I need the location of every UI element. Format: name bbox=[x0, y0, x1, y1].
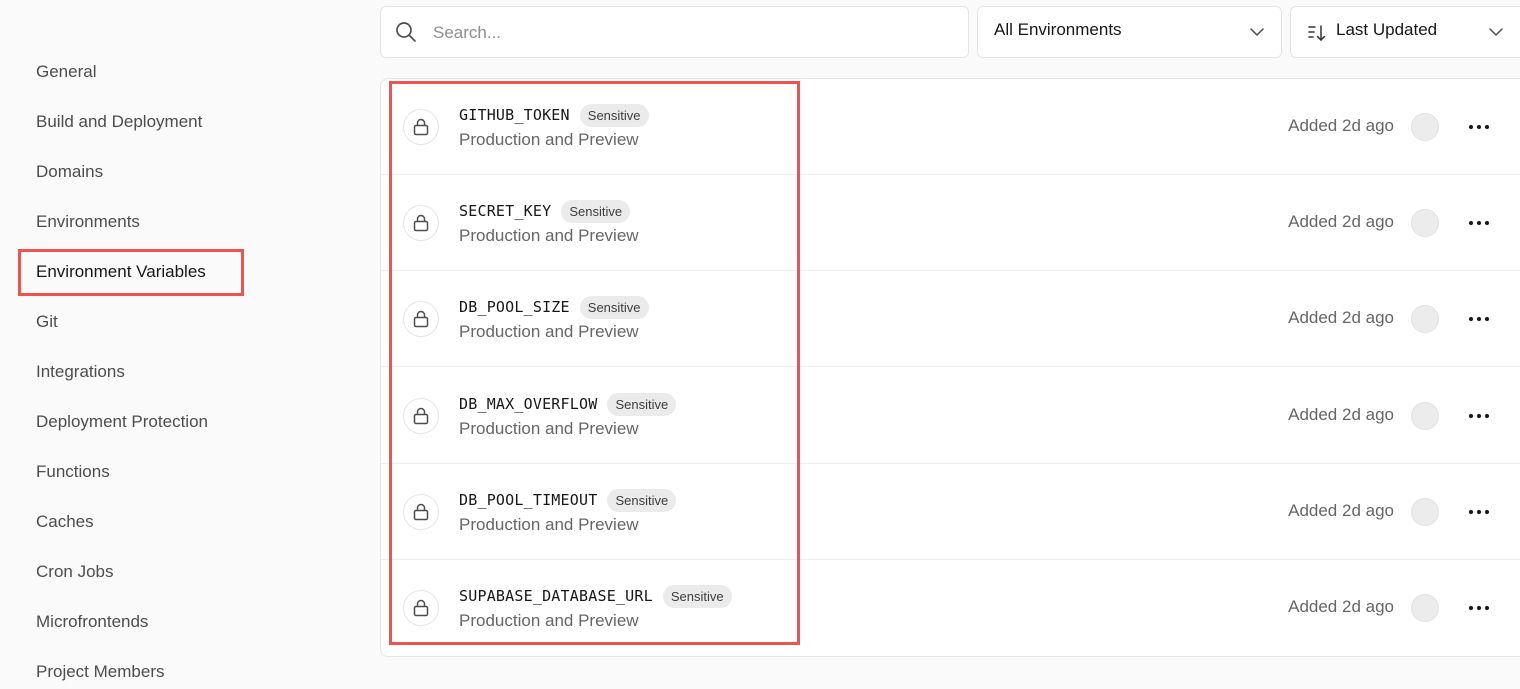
env-var-row[interactable]: DB_MAX_OVERFLOW Sensitive Production and… bbox=[381, 368, 1520, 464]
env-var-environments: Production and Preview bbox=[459, 515, 639, 534]
sensitive-badge: Sensitive bbox=[607, 392, 677, 416]
sidebar-item-general[interactable]: General bbox=[36, 60, 96, 84]
sidebar-item-integrations[interactable]: Integrations bbox=[36, 360, 125, 384]
env-var-row[interactable]: DB_POOL_SIZE Sensitive Production and Pr… bbox=[381, 271, 1520, 367]
env-var-name: DB_POOL_TIMEOUT bbox=[459, 491, 598, 509]
lock-icon bbox=[403, 398, 439, 434]
more-options-button[interactable] bbox=[1463, 303, 1495, 335]
lock-icon bbox=[403, 494, 439, 530]
more-horizontal-icon bbox=[1469, 125, 1473, 129]
env-var-added-time: Added 2d ago bbox=[1288, 405, 1394, 424]
env-var-name: DB_POOL_SIZE bbox=[459, 298, 570, 316]
sidebar-item-caches[interactable]: Caches bbox=[36, 510, 94, 534]
lock-icon bbox=[403, 205, 439, 241]
more-horizontal-icon bbox=[1469, 317, 1473, 321]
env-var-environments: Production and Preview bbox=[459, 419, 639, 438]
sensitive-badge: Sensitive bbox=[607, 488, 677, 512]
env-var-name: SUPABASE_DATABASE_URL bbox=[459, 587, 653, 605]
env-var-environments: Production and Preview bbox=[459, 226, 639, 245]
search-icon bbox=[396, 22, 416, 42]
env-var-name: SECRET_KEY bbox=[459, 202, 552, 220]
sidebar-item-build-and-deployment[interactable]: Build and Deployment bbox=[36, 110, 202, 134]
lock-icon bbox=[403, 109, 439, 145]
chevron-down-icon bbox=[1250, 28, 1264, 36]
search-input[interactable] bbox=[431, 8, 955, 58]
environment-filter-select[interactable]: All Environments bbox=[977, 6, 1282, 58]
env-var-environments: Production and Preview bbox=[459, 611, 639, 630]
env-var-row[interactable]: SECRET_KEY Sensitive Production and Prev… bbox=[381, 175, 1520, 271]
more-horizontal-icon bbox=[1469, 606, 1473, 610]
sidebar-item-environments[interactable]: Environments bbox=[36, 210, 140, 234]
env-var-added-time: Added 2d ago bbox=[1288, 501, 1394, 520]
sidebar-item-cron-jobs[interactable]: Cron Jobs bbox=[36, 560, 113, 584]
sidebar-item-git[interactable]: Git bbox=[36, 310, 58, 334]
env-var-row[interactable]: GITHUB_TOKEN Sensitive Production and Pr… bbox=[381, 79, 1520, 175]
sort-select[interactable]: Last Updated bbox=[1290, 6, 1520, 58]
avatar bbox=[1411, 305, 1439, 333]
env-var-added-time: Added 2d ago bbox=[1288, 597, 1394, 616]
sidebar-item-domains[interactable]: Domains bbox=[36, 160, 103, 184]
more-options-button[interactable] bbox=[1463, 207, 1495, 239]
environment-filter-label: All Environments bbox=[994, 20, 1122, 39]
avatar bbox=[1411, 498, 1439, 526]
more-horizontal-icon bbox=[1469, 221, 1473, 225]
more-options-button[interactable] bbox=[1463, 400, 1495, 432]
sensitive-badge: Sensitive bbox=[579, 295, 649, 319]
sidebar-item-environment-variables[interactable]: Environment Variables bbox=[36, 260, 206, 284]
sensitive-badge: Sensitive bbox=[561, 199, 631, 223]
env-var-row[interactable]: DB_POOL_TIMEOUT Sensitive Production and… bbox=[381, 464, 1520, 560]
env-var-environments: Production and Preview bbox=[459, 322, 639, 341]
avatar bbox=[1411, 209, 1439, 237]
sensitive-badge: Sensitive bbox=[662, 584, 732, 608]
env-var-name: GITHUB_TOKEN bbox=[459, 106, 570, 124]
sensitive-badge: Sensitive bbox=[579, 103, 649, 127]
avatar bbox=[1411, 402, 1439, 430]
env-var-added-time: Added 2d ago bbox=[1288, 212, 1394, 231]
env-var-added-time: Added 2d ago bbox=[1288, 308, 1394, 327]
chevron-down-icon bbox=[1489, 28, 1503, 36]
search-box[interactable] bbox=[380, 6, 969, 58]
lock-icon bbox=[403, 590, 439, 626]
sidebar-item-microfrontends[interactable]: Microfrontends bbox=[36, 610, 148, 634]
avatar bbox=[1411, 113, 1439, 141]
env-var-row[interactable]: SUPABASE_DATABASE_URL Sensitive Producti… bbox=[381, 560, 1520, 656]
more-options-button[interactable] bbox=[1463, 111, 1495, 143]
avatar bbox=[1411, 594, 1439, 622]
more-horizontal-icon bbox=[1469, 414, 1473, 418]
sidebar-item-project-members[interactable]: Project Members bbox=[36, 660, 164, 684]
settings-sidebar: General Build and Deployment Domains Env… bbox=[0, 0, 360, 689]
env-var-environments: Production and Preview bbox=[459, 130, 639, 149]
lock-icon bbox=[403, 301, 439, 337]
sidebar-item-deployment-protection[interactable]: Deployment Protection bbox=[36, 410, 208, 434]
sort-icon bbox=[1308, 25, 1326, 41]
sort-label: Last Updated bbox=[1336, 20, 1438, 39]
more-options-button[interactable] bbox=[1463, 496, 1495, 528]
environment-variables-list: GITHUB_TOKEN Sensitive Production and Pr… bbox=[380, 78, 1520, 657]
more-horizontal-icon bbox=[1469, 510, 1473, 514]
env-var-added-time: Added 2d ago bbox=[1288, 116, 1394, 135]
env-var-name: DB_MAX_OVERFLOW bbox=[459, 395, 598, 413]
more-options-button[interactable] bbox=[1463, 592, 1495, 624]
sidebar-item-functions[interactable]: Functions bbox=[36, 460, 110, 484]
